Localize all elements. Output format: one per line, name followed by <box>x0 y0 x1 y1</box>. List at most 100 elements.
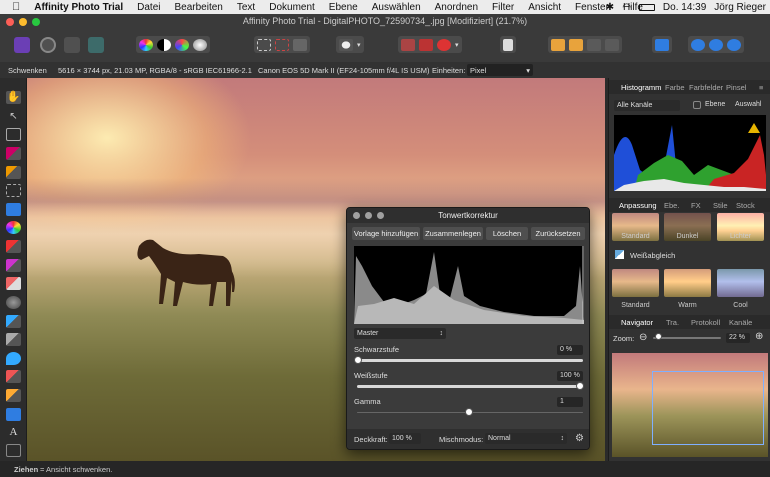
wb-standard-thumb[interactable] <box>612 269 659 297</box>
gamma-value[interactable]: 1 <box>557 397 583 407</box>
quick-mask-icon[interactable] <box>339 38 353 51</box>
white-level-slider[interactable] <box>357 385 583 388</box>
menu-bearbeiten[interactable]: Bearbeiten <box>175 2 223 13</box>
menu-dokument[interactable]: Dokument <box>269 2 315 13</box>
magnet-icon[interactable] <box>437 38 451 51</box>
flood-fill-icon[interactable] <box>6 203 21 216</box>
paint-brush-icon[interactable] <box>6 240 21 253</box>
photo-persona-icon[interactable] <box>14 37 30 53</box>
navigator-view-rect[interactable] <box>652 371 764 445</box>
apple-icon[interactable]:  <box>12 1 20 13</box>
levels-histogram[interactable] <box>354 246 584 324</box>
bluetooth-icon[interactable]: ✱ <box>606 2 614 13</box>
deselect-icon[interactable] <box>275 38 289 51</box>
dialog-minimize-button[interactable] <box>365 212 372 219</box>
menu-auswaehlen[interactable]: Auswählen <box>372 2 421 13</box>
chevron-down-icon[interactable]: ▾ <box>455 41 459 49</box>
close-window-button[interactable] <box>6 18 14 26</box>
zoom-value[interactable]: 22 % <box>726 333 750 343</box>
auto-levels-icon[interactable] <box>139 38 153 51</box>
clone-tool-icon[interactable] <box>6 315 21 328</box>
dodge-tool-icon[interactable] <box>6 296 21 309</box>
battery-icon[interactable] <box>638 3 655 11</box>
channel-select[interactable]: Alle Kanäle <box>614 100 680 111</box>
move-tool-icon[interactable]: ↖ <box>6 110 21 123</box>
tab-anpassung[interactable]: Anpassung <box>619 201 657 210</box>
tab-protokoll[interactable]: Protokoll <box>691 318 720 327</box>
tab-kanaele[interactable]: Kanäle <box>729 318 752 327</box>
tab-farbfelder[interactable]: Farbfelder <box>689 83 723 92</box>
menu-filter[interactable]: Filter <box>492 2 514 13</box>
select-all-icon[interactable] <box>257 38 271 51</box>
marquee-tool-icon[interactable] <box>6 184 21 197</box>
zoom-slider-knob[interactable] <box>655 333 662 340</box>
arrange-front-icon[interactable] <box>605 38 619 51</box>
chevron-down-icon[interactable]: ▾ <box>357 41 361 49</box>
selection-label[interactable]: Auswahl <box>735 101 761 108</box>
arrange-backward-icon[interactable] <box>569 38 583 51</box>
tab-navigator[interactable]: Navigator <box>621 318 653 327</box>
tab-transform[interactable]: Tra. <box>666 318 679 327</box>
boolean-intersect-icon[interactable] <box>727 38 741 51</box>
blur-tool-icon[interactable] <box>6 352 21 365</box>
arrange-forward-icon[interactable] <box>587 38 601 51</box>
navigator-preview[interactable] <box>612 353 768 457</box>
tab-pinsel[interactable]: Pinsel <box>726 83 746 92</box>
erase-icon[interactable] <box>419 38 433 51</box>
pen-tool-icon[interactable] <box>6 389 21 402</box>
tab-fx[interactable]: FX <box>691 201 701 210</box>
auto-colors-icon[interactable] <box>175 38 189 51</box>
minimize-window-button[interactable] <box>19 18 27 26</box>
panel-menu-icon[interactable]: ≡ <box>759 83 763 92</box>
reset-button[interactable]: Zurücksetzen <box>531 227 585 240</box>
white-level-knob[interactable] <box>576 382 584 390</box>
liquify-persona-icon[interactable] <box>40 37 56 53</box>
black-level-value[interactable]: 0 % <box>557 345 583 355</box>
zoom-slider[interactable] <box>653 337 721 339</box>
channel-dropdown[interactable]: Master ↕ <box>354 328 446 339</box>
merge-button[interactable]: Zusammenlegen <box>423 227 483 240</box>
tab-farbe[interactable]: Farbe <box>665 83 685 92</box>
add-preset-button[interactable]: Vorlage hinzufügen <box>352 227 420 240</box>
black-level-slider[interactable] <box>357 359 583 362</box>
auto-white-balance-icon[interactable] <box>193 38 207 51</box>
stack-icon[interactable] <box>401 38 415 51</box>
layer-checkbox[interactable] <box>693 101 701 109</box>
menubar-clock[interactable]: Do. 14:39 <box>663 2 706 13</box>
tab-stock[interactable]: Stock <box>736 201 755 210</box>
erase-brush-icon[interactable] <box>6 277 21 290</box>
hand-tool-icon[interactable]: ✋ <box>6 91 21 104</box>
app-menu[interactable]: Affinity Photo Trial <box>34 2 123 13</box>
menu-ebene[interactable]: Ebene <box>329 2 358 13</box>
arrange-back-icon[interactable] <box>551 38 565 51</box>
gamma-knob[interactable] <box>465 408 473 416</box>
menu-fenster[interactable]: Fenster <box>575 2 609 13</box>
boolean-add-icon[interactable] <box>691 38 705 51</box>
blemish-tool-icon[interactable] <box>6 333 21 346</box>
auto-contrast-icon[interactable] <box>157 38 171 51</box>
gear-icon[interactable]: ⚙ <box>575 433 584 444</box>
align-icon[interactable] <box>655 38 669 51</box>
assistant-icon[interactable] <box>503 38 513 51</box>
invert-selection-icon[interactable] <box>293 38 307 51</box>
menu-text[interactable]: Text <box>237 2 255 13</box>
black-level-knob[interactable] <box>354 356 362 364</box>
color-picker-icon[interactable] <box>6 221 21 234</box>
red-eye-tool-icon[interactable] <box>6 370 21 383</box>
develop-persona-icon[interactable] <box>64 37 80 53</box>
flood-select-icon[interactable] <box>6 166 21 179</box>
wb-warm-thumb[interactable] <box>664 269 711 297</box>
boolean-subtract-icon[interactable] <box>709 38 723 51</box>
selection-brush-icon[interactable] <box>6 147 21 160</box>
white-level-value[interactable]: 100 % <box>557 371 583 381</box>
tab-histogram[interactable]: Histogramm <box>621 83 661 92</box>
opacity-select[interactable]: 100 % <box>389 433 421 444</box>
wifi-icon[interactable]: ◠ <box>622 2 631 13</box>
zoom-in-icon[interactable]: ⊕ <box>755 331 763 342</box>
zoom-tool-icon[interactable] <box>6 444 21 457</box>
units-select[interactable]: Pixel ▾ <box>467 64 533 76</box>
zoom-window-button[interactable] <box>32 18 40 26</box>
tab-ebenen[interactable]: Ebe. <box>664 201 679 210</box>
menu-ansicht[interactable]: Ansicht <box>528 2 561 13</box>
wb-cool-thumb[interactable] <box>717 269 764 297</box>
